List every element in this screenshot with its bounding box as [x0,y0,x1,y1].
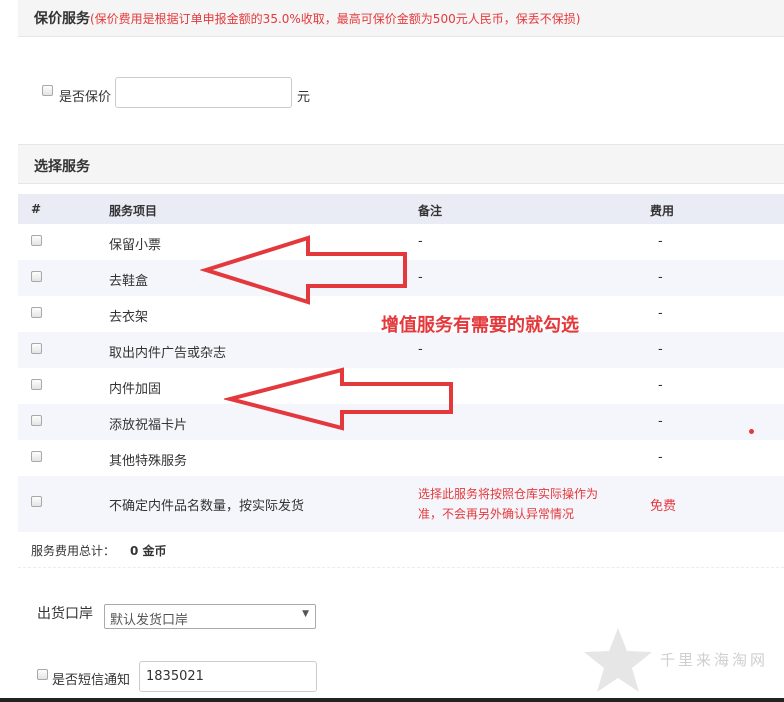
left-arrow-outline-icon [224,367,453,431]
port-select[interactable]: 默认发货口岸 ▼ [104,604,316,629]
row-remark-line2: 准，不会再另外确认异常情况 [418,507,575,521]
row-fee: - [658,306,663,321]
annotation-text: 增值服务有需要的就勾选 [381,315,579,336]
insurance-title-text: 保价服务 [34,11,90,27]
row-checkbox[interactable] [31,271,42,282]
row-fee: - [658,342,663,357]
row-item-name: 去衣架 [109,310,149,325]
insurance-title: 保价服务(保价费用是根据订单申报金额的35.0%收取，最高可保价金额为500元人… [34,8,580,28]
services-header: 选择服务 [18,144,784,184]
insurance-checkbox-label: 是否保价 [59,90,112,105]
row-checkbox[interactable] [31,379,42,390]
row-item-name: 去鞋盒 [109,274,149,289]
row-remark: - [418,270,423,285]
row-checkbox[interactable] [31,235,42,246]
row-fee: - [658,270,663,285]
bottom-bar [0,698,784,702]
row-checkbox[interactable] [31,451,42,462]
sms-phone-input[interactable]: 1835021 [139,661,317,692]
watermark-text: 千里来海淘网 [660,651,769,669]
row-checkbox[interactable] [31,343,42,354]
row-checkbox[interactable] [31,307,42,318]
table-row: 取出内件广告或杂志 - - [18,332,784,368]
col-header-item: 服务项目 [109,204,158,218]
divider [18,567,784,568]
col-header-fee: 费用 [650,204,675,218]
insurance-checkbox[interactable] [42,85,53,96]
row-remark-line1: 选择此服务将按照仓库实际操作为 [418,487,599,501]
port-selected-value: 默认发货口岸 [110,613,189,628]
service-total-label: 服务费用总计： [31,544,116,558]
row-fee: - [658,414,663,429]
chevron-down-icon: ▼ [302,609,309,619]
insurance-amount-input[interactable] [115,77,292,108]
row-item-name: 内件加固 [109,382,162,397]
sms-checkbox[interactable] [37,669,48,680]
sms-checkbox-label: 是否短信通知 [52,673,131,688]
row-item-name: 不确定内件品名数量，按实际发货 [109,499,305,514]
table-row: 其他特殊服务 - [18,440,784,476]
row-checkbox[interactable] [31,496,42,507]
insurance-note: (保价费用是根据订单申报金额的35.0%收取，最高可保价金额为500元人民币，保… [90,12,581,26]
row-fee: - [658,378,663,393]
left-arrow-outline-icon [200,235,407,305]
row-item-name: 取出内件广告或杂志 [109,346,227,361]
row-item-name: 保留小票 [109,238,162,253]
star-watermark-icon [584,628,652,692]
row-fee: 免费 [650,499,677,514]
insurance-unit: 元 [297,90,311,105]
table-row: 不确定内件品名数量，按实际发货 选择此服务将按照仓库实际操作为 准，不会再另外确… [18,476,784,532]
port-label: 出货口岸 [37,606,93,622]
row-remark: - [418,234,423,249]
services-title: 选择服务 [34,159,90,175]
row-remark: - [418,342,423,357]
insurance-header: 保价服务(保价费用是根据订单申报金额的35.0%收取，最高可保价金额为500元人… [18,0,784,37]
col-header-remark: 备注 [418,204,443,218]
red-dot [749,429,754,434]
service-total-value: 0 金币 [130,544,167,558]
row-fee: - [658,450,663,465]
row-item-name: 其他特殊服务 [109,454,188,469]
col-header-index: # [31,202,42,216]
table-header-row: # 服务项目 备注 费用 [18,194,784,224]
row-checkbox[interactable] [31,415,42,426]
row-item-name: 添放祝福卡片 [109,418,188,433]
row-fee: - [658,234,663,249]
